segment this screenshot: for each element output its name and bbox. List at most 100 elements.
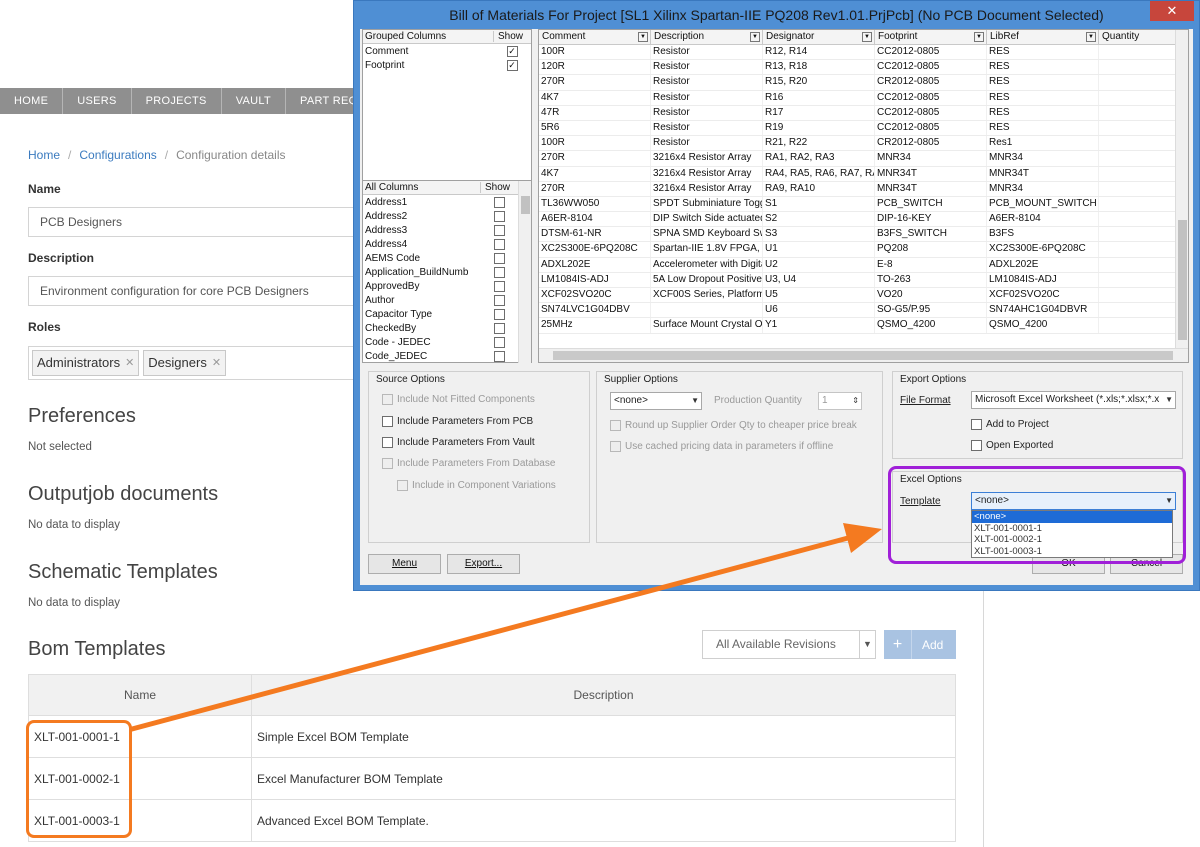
grid-row[interactable]: TL36WW050 SPDT Subminiature Toggle S1 PCB_S…	[539, 196, 1188, 213]
column-header-name[interactable]: Name	[28, 674, 252, 716]
all-column-row[interactable]: Application_BuildNumb	[363, 265, 518, 279]
column-header-description[interactable]: Description	[251, 674, 956, 716]
grouped-column-row[interactable]: Footprint ✓	[363, 58, 531, 72]
all-column-row[interactable]: Address4	[363, 237, 518, 251]
grid-row[interactable]: XC2S300E-6PQ208C Spartan-IIE 1.8V FPGA, 2…	[539, 242, 1188, 258]
grid-row[interactable]: 5R6 Resistor R19 CC2012-0805 RES	[539, 120, 1188, 137]
grid-row[interactable]: SN74LVC1G04DBV U6 SO-G5/P.95 SN74AHC1G04DBV…	[539, 303, 1188, 319]
grid-row[interactable]: 100R Resistor R21, R22 CR2012-0805 Res1	[539, 136, 1188, 152]
grid-row[interactable]: DTSM-61-NRSPNA SMD Keyboard SwitchS3B3FS…	[539, 227, 1188, 243]
revisions-select[interactable]: All Available Revisions ▼	[702, 630, 876, 659]
show-checkbox[interactable]	[493, 322, 505, 334]
remove-role-icon[interactable]: ✕	[212, 351, 221, 375]
all-column-row[interactable]: Address2	[363, 209, 518, 223]
all-column-row[interactable]: AEMS Code	[363, 251, 518, 265]
scroll-thumb[interactable]	[553, 351, 1173, 360]
roles-input[interactable]: Administrators ✕ Designers ✕	[28, 346, 368, 380]
all-columns-list[interactable]: All Columns Show Address1 Address2 Address…	[363, 180, 531, 363]
menu-button[interactable]: Menu	[368, 554, 441, 574]
all-column-row[interactable]: Capacitor Type	[363, 307, 518, 321]
filter-dropdown-icon[interactable]: ▼	[638, 32, 648, 42]
dialog-title: Bill of Materials For Project [SL1 Xilin…	[449, 7, 1104, 23]
show-checkbox[interactable]	[493, 266, 505, 278]
filter-dropdown-icon[interactable]: ▼	[1086, 32, 1096, 42]
open-exported-option[interactable]: Open Exported	[971, 440, 1053, 451]
show-checkbox[interactable]: ✓	[506, 45, 518, 57]
all-columns-scrollbar[interactable]	[518, 181, 531, 363]
all-column-row[interactable]: Address3	[363, 223, 518, 237]
checkbox[interactable]	[971, 419, 982, 430]
show-checkbox[interactable]	[493, 294, 505, 306]
menu-button-label: Menu	[391, 558, 417, 569]
grid-row[interactable]: 270R 3216x4 Resistor Array RA1, RA2, RA3 MN…	[539, 151, 1188, 167]
bom-grid[interactable]: Comment ▼ Description ▼ Designator ▼ Footprint…	[538, 29, 1189, 363]
nav-item-projects[interactable]: PROJECTS	[132, 88, 222, 114]
all-column-row[interactable]: Code_JEDEC	[363, 349, 518, 363]
grid-row[interactable]: 100R Resistor R12, R14 CC2012-0805 RES	[539, 45, 1188, 61]
grid-row[interactable]: A6ER-8104 DIP Switch Side actuated S2 DIP-1…	[539, 212, 1188, 228]
scroll-thumb[interactable]	[521, 196, 530, 214]
grid-row[interactable]: LM1084IS-ADJ 5A Low Dropout Positive U3, U…	[539, 272, 1188, 288]
all-column-row[interactable]: Address1	[363, 195, 518, 209]
nav-item-vault[interactable]: VAULT	[222, 88, 287, 114]
grid-column-header[interactable]: Comment ▼	[539, 30, 651, 44]
grid-column-header[interactable]: Description ▼	[651, 30, 763, 44]
show-checkbox[interactable]	[493, 280, 505, 292]
show-checkbox[interactable]: ✓	[506, 59, 518, 71]
add-to-project-option[interactable]: Add to Project	[971, 419, 1049, 430]
filter-dropdown-icon[interactable]: ▼	[974, 32, 984, 42]
grid-row[interactable]: 270R 3216x4 Resistor Array RA9, RA10 MNR34T…	[539, 181, 1188, 197]
supplier-select[interactable]: <none> ▼	[610, 392, 702, 410]
table-row[interactable]: XLT-001-0002-1 Excel Manufacturer BOM Tem…	[28, 757, 956, 800]
add-template-button[interactable]: + Add	[884, 630, 956, 659]
grid-row[interactable]: 4K7 3216x4 Resistor Array RA4, RA5, RA6, R…	[539, 166, 1188, 182]
table-row[interactable]: XLT-001-0001-1 Simple Excel BOM Template	[28, 715, 956, 758]
grid-row[interactable]: XCF02SVO20C XCF00S Series, Platform U5 VO20…	[539, 288, 1188, 304]
grid-vertical-scrollbar[interactable]	[1175, 30, 1188, 350]
breadcrumb-configurations[interactable]: Configurations	[79, 148, 156, 162]
grid-row[interactable]: ADXL202E Accelerometer with Digital U2 E-8 A…	[539, 257, 1188, 273]
show-checkbox[interactable]	[493, 238, 505, 250]
table-row[interactable]: XLT-001-0003-1 Advanced Excel BOM Templat…	[28, 799, 956, 842]
breadcrumb-home[interactable]: Home	[28, 148, 60, 162]
grid-row[interactable]: 47R Resistor R17 CC2012-0805 RES	[539, 105, 1188, 121]
show-checkbox[interactable]	[493, 336, 505, 348]
show-checkbox[interactable]	[493, 224, 505, 236]
checkbox[interactable]	[971, 440, 982, 451]
filter-dropdown-icon[interactable]: ▼	[750, 32, 760, 42]
grid-cell: 4K7	[539, 90, 651, 105]
params-vault-option[interactable]: Include Parameters From Vault	[382, 437, 535, 448]
all-column-row[interactable]: Code - JEDEC	[363, 335, 518, 349]
show-checkbox[interactable]	[493, 210, 505, 222]
filter-dropdown-icon[interactable]: ▼	[862, 32, 872, 42]
grid-row[interactable]: 120R Resistor R13, R18 CC2012-0805 RES	[539, 60, 1188, 76]
grid-row[interactable]: 270R Resistor R15, R20 CR2012-0805 RES	[539, 75, 1188, 91]
checkbox[interactable]	[382, 416, 393, 427]
grid-column-header[interactable]: Quantity	[1099, 30, 1183, 44]
file-format-select[interactable]: Microsoft Excel Worksheet (*.xls;*.xlsx;…	[971, 391, 1176, 409]
checkbox[interactable]	[382, 437, 393, 448]
show-checkbox[interactable]	[493, 196, 505, 208]
params-pcb-option[interactable]: Include Parameters From PCB	[382, 416, 533, 427]
all-column-row[interactable]: Author	[363, 293, 518, 307]
show-checkbox[interactable]	[493, 350, 505, 362]
grid-column-header[interactable]: LibRef ▼	[987, 30, 1099, 44]
nav-item-home[interactable]: HOME	[0, 88, 64, 114]
all-column-row[interactable]: ApprovedBy	[363, 279, 518, 293]
grid-column-header[interactable]: Designator ▼	[763, 30, 875, 44]
show-checkbox[interactable]	[493, 252, 505, 264]
all-column-row[interactable]: CheckedBy	[363, 321, 518, 335]
grouped-column-row[interactable]: Comment ✓	[363, 44, 531, 58]
scroll-thumb[interactable]	[1178, 220, 1187, 340]
name-field[interactable]: PCB Designers	[28, 207, 368, 237]
export-button[interactable]: Export...	[447, 554, 520, 574]
grid-row[interactable]: 4K7 Resistor R16 CC2012-0805 RES	[539, 90, 1188, 106]
description-field[interactable]: Environment configuration for core PCB D…	[28, 276, 368, 306]
grid-row[interactable]: 25MHz Surface Mount Crystal O Y1 QSMO_4200 Q…	[539, 318, 1188, 334]
nav-item-users[interactable]: USERS	[63, 88, 132, 114]
grid-horizontal-scrollbar[interactable]	[539, 348, 1188, 362]
close-icon[interactable]: ✕	[1150, 1, 1194, 21]
remove-role-icon[interactable]: ✕	[125, 351, 134, 375]
grid-column-header[interactable]: Footprint ▼	[875, 30, 987, 44]
show-checkbox[interactable]	[493, 308, 505, 320]
